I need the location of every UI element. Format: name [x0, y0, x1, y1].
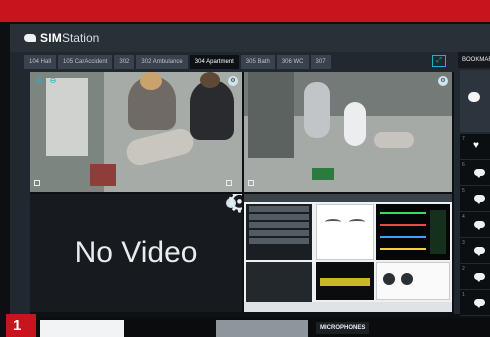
- ecg-trace: [380, 212, 426, 214]
- comment-icon: [474, 169, 485, 178]
- bookmark-item[interactable]: 2: [460, 264, 490, 290]
- curtain: [248, 72, 294, 158]
- monitor-footer-controls: [244, 302, 452, 312]
- control-row: [249, 206, 309, 212]
- bookmark-number: 7: [462, 136, 465, 142]
- blood-pressure-trace: [380, 224, 426, 226]
- zoom-in-icon[interactable]: ⊕: [34, 76, 44, 86]
- bookmark-number: 4: [462, 214, 465, 220]
- control-row: [249, 230, 309, 236]
- camera-view-3[interactable]: No Video ⚙: [30, 194, 242, 312]
- tab-306-wc[interactable]: 306 WC: [276, 55, 309, 69]
- trainee-1-head: [140, 72, 162, 90]
- bookmarks-add-panel[interactable]: [460, 70, 490, 132]
- bookmark-number: 5: [462, 188, 465, 194]
- instrument-panel: [376, 262, 450, 300]
- monitor-toolbar: [244, 194, 452, 202]
- bookmarks-header: BOOKMARKS: [458, 52, 490, 68]
- bookmark-item[interactable]: 1: [460, 290, 490, 316]
- bookmark-list: 7 ♥ 6 5 4 3 2 1: [460, 134, 490, 316]
- bookmark-item[interactable]: 3: [460, 238, 490, 264]
- figure-number-badge: 1: [6, 314, 36, 337]
- trainee-4: [344, 102, 366, 146]
- camera-corner-icon: [248, 180, 254, 186]
- brand-name-bold: SIM: [40, 31, 62, 45]
- bookmark-item[interactable]: 6: [460, 160, 490, 186]
- spo2-trace: [380, 236, 426, 238]
- comment-icon: [474, 299, 485, 308]
- camera-settings-icon[interactable]: ⚙: [438, 76, 448, 86]
- audio-thumbnail[interactable]: [40, 320, 124, 337]
- monitor-controls-panel: [246, 204, 312, 260]
- camera-settings-icon[interactable]: ⚙: [226, 194, 242, 218]
- event-log-panel: [246, 262, 312, 302]
- scope-trace: [320, 278, 370, 286]
- camera-settings-icon[interactable]: ⚙: [228, 76, 238, 86]
- camera-corner-icon: [226, 180, 232, 186]
- eye-right-icon: [349, 219, 365, 225]
- tab-304-apartment[interactable]: 304 Apartment: [189, 55, 239, 69]
- medical-bag: [90, 164, 116, 186]
- comment-icon: [474, 247, 485, 256]
- tab-104-hall[interactable]: 104 Hall: [24, 55, 57, 69]
- resp-trace: [380, 248, 426, 250]
- control-row: [249, 214, 309, 220]
- bookmark-item[interactable]: 7 ♥: [460, 134, 490, 160]
- bookmark-item[interactable]: 5: [460, 186, 490, 212]
- bookmark-item[interactable]: 4: [460, 212, 490, 238]
- door: [46, 78, 88, 156]
- bookmark-number: 2: [462, 266, 465, 272]
- room-tabs: 104 Hall 105 CarAccident 302 302 Ambulan…: [24, 55, 331, 69]
- comment-icon: [468, 92, 480, 102]
- audio-thumbnail[interactable]: [216, 320, 308, 337]
- control-row: [249, 222, 309, 228]
- dial-icon: [383, 273, 395, 285]
- eye-left-icon: [325, 219, 341, 225]
- zoom-out-icon[interactable]: ⊖: [48, 76, 58, 86]
- tab-105-caraccident[interactable]: 105 CarAccident: [58, 55, 113, 69]
- camera-view-1[interactable]: ⊕ ⊖ ⚙: [30, 72, 242, 192]
- expand-icon[interactable]: ⤢: [432, 55, 446, 67]
- bookmark-number: 3: [462, 240, 465, 246]
- dial-icon: [401, 273, 413, 285]
- tab-305-bath[interactable]: 305 Bath: [240, 55, 275, 69]
- defibrillator: [312, 168, 334, 180]
- camera-view-2[interactable]: ⚙: [244, 72, 452, 192]
- patient-monitor-view[interactable]: [244, 194, 452, 312]
- comment-icon: [474, 221, 485, 230]
- red-header-band: [0, 0, 490, 22]
- microphones-label[interactable]: MICROPHONES: [316, 322, 370, 334]
- tab-302[interactable]: 302: [114, 55, 135, 69]
- camera-corner-icon: [34, 180, 40, 186]
- tab-307[interactable]: 307: [310, 55, 331, 69]
- heart-icon: ♥: [473, 140, 479, 151]
- control-row: [249, 238, 309, 244]
- trainee-2: [190, 80, 234, 140]
- patient-mannequin: [374, 132, 414, 148]
- brand-name-light: Station: [61, 31, 100, 45]
- comment-icon: [474, 273, 485, 282]
- comment-icon: [474, 195, 485, 204]
- trainee-3: [304, 82, 330, 138]
- tab-302-ambulance[interactable]: 302 Ambulance: [136, 55, 188, 69]
- scope-waveform: [316, 262, 374, 300]
- app-header: SIM Station: [10, 24, 490, 52]
- patient-face-diagram: [316, 204, 374, 260]
- bookmark-number: 6: [462, 162, 465, 168]
- simstation-logo-icon: [24, 34, 36, 42]
- no-video-text: No Video: [74, 236, 198, 269]
- vital-signs-waveforms: [376, 204, 450, 260]
- bookmark-number: 1: [462, 292, 465, 298]
- trainee-2-head: [200, 72, 220, 88]
- vital-values-panel: [430, 210, 446, 254]
